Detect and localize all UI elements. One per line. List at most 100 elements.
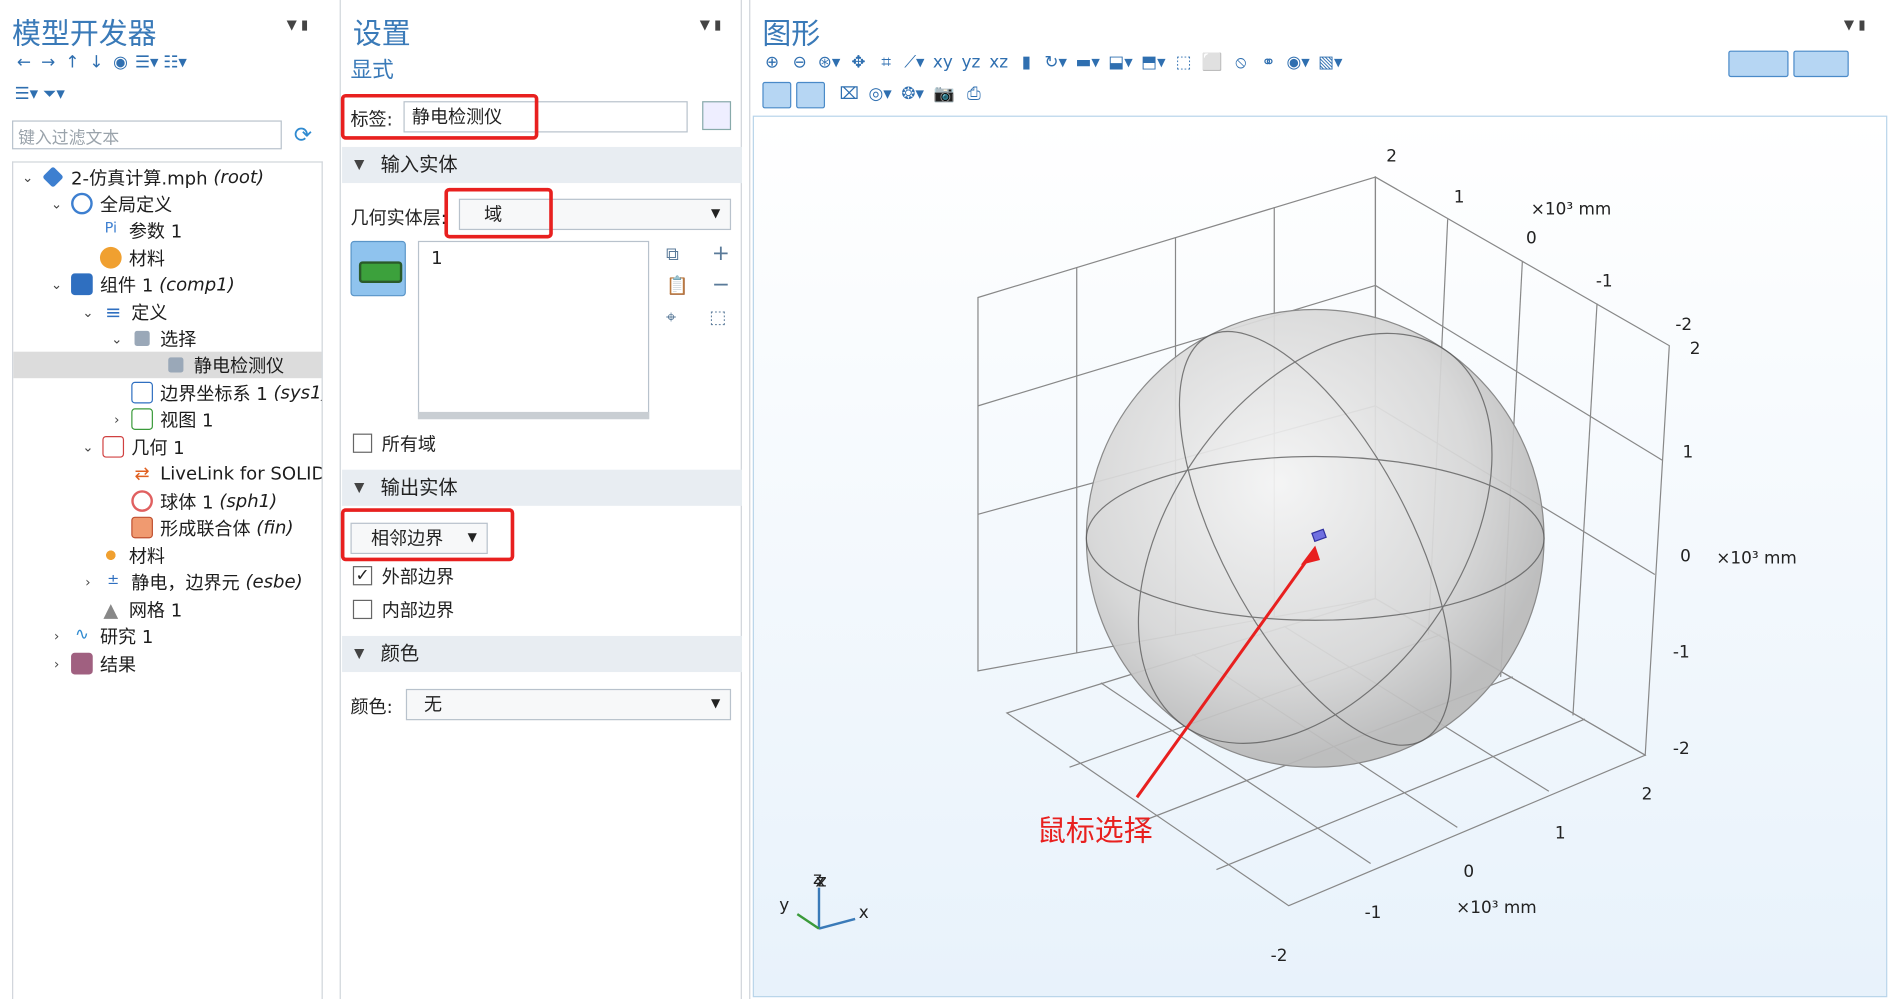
zoom-in-icon[interactable]: ⊕ <box>762 53 781 72</box>
clear-select-icon[interactable]: ⬜ <box>1202 53 1223 72</box>
view-icon <box>131 408 153 430</box>
zoom-out-icon[interactable]: ⊖ <box>790 53 809 72</box>
filter-input[interactable]: 键入过滤文本 <box>12 120 282 150</box>
link-icon[interactable]: ⚭ <box>1259 53 1278 72</box>
section-input-entities[interactable]: ▼ 输入实体 <box>342 146 742 184</box>
active-selection-toggle[interactable] <box>350 240 406 297</box>
paste-icon[interactable]: 📋 <box>666 275 689 297</box>
refresh-icon[interactable]: ⟳ <box>294 123 312 148</box>
tree-node-view[interactable]: › 视图 1 <box>110 406 214 432</box>
tree-node-geometry[interactable]: ⌄ 几何 1 <box>81 434 185 460</box>
copy-icon[interactable]: ⧉ <box>666 243 679 265</box>
expand-icon[interactable]: ☰▾ <box>135 53 159 72</box>
wireframe-icon[interactable]: ◎▾ <box>869 84 892 103</box>
tree-label: 视图 1 <box>160 408 214 431</box>
xy-view-icon[interactable]: xy <box>933 53 953 72</box>
clear-icon[interactable]: ⌧ <box>839 84 858 103</box>
tree-node-sphere[interactable]: 球体 1 (sph1) <box>131 488 277 514</box>
horizontal-scrollbar[interactable] <box>417 411 650 420</box>
color-select[interactable]: 无 ▼ <box>405 688 732 721</box>
section-output-entities[interactable]: ▼ 输出实体 <box>342 469 742 506</box>
list-item[interactable]: 1 <box>431 247 636 269</box>
interior-boundaries-checkbox[interactable] <box>352 599 373 620</box>
tree-node-electrostatic-detector[interactable]: 静电检测仪 <box>13 351 322 379</box>
all-domains-checkbox[interactable] <box>352 433 373 453</box>
chevron-down-icon[interactable]: ⌄ <box>81 439 95 455</box>
xz-view-icon[interactable]: xz <box>989 53 1008 72</box>
collapse-icon[interactable]: ☷▾ <box>163 53 187 72</box>
transparency-icon[interactable]: ▧▾ <box>1318 53 1342 72</box>
tree-node-electrostatics[interactable]: › ± 静电，边界元 (esbe) <box>81 568 302 594</box>
chevron-right-icon[interactable]: › <box>110 411 124 427</box>
chevron-down-icon[interactable]: ⌄ <box>110 331 124 347</box>
rotate-icon[interactable]: ↻▾ <box>1044 53 1067 72</box>
tree-node-results[interactable]: › 结果 <box>49 650 136 676</box>
chevron-down-icon[interactable]: ⌄ <box>49 276 63 292</box>
comment-icon[interactable] <box>702 101 732 131</box>
default-view-icon[interactable]: ▮ <box>1017 53 1036 72</box>
tree-node-definitions[interactable]: ⌄ ≡ 定义 <box>81 299 167 325</box>
move-down-icon[interactable]: ↓ <box>87 53 106 72</box>
highlight-box <box>444 187 553 239</box>
exterior-boundaries-checkbox[interactable]: ✓ <box>352 566 373 586</box>
zoom-selected-icon[interactable]: ⌗ <box>877 53 896 72</box>
scene-light-toggle[interactable] <box>762 81 792 109</box>
grid-toggle[interactable] <box>796 81 826 109</box>
camera-icon[interactable]: 📷 <box>934 84 955 103</box>
lighting-toggle[interactable] <box>1728 50 1789 78</box>
section-color[interactable]: ▼ 颜色 <box>342 635 742 673</box>
interior-boundaries-label: 内部边界 <box>381 599 455 622</box>
highlight-box <box>340 93 539 140</box>
list-view-icon[interactable]: ☰▾ <box>14 84 38 103</box>
chevron-down-icon[interactable]: ⌄ <box>20 169 34 185</box>
move-up-icon[interactable]: ↑ <box>63 53 82 72</box>
tree-node-materials-global[interactable]: 材料 <box>99 244 165 270</box>
panel-menu-icon[interactable]: ▼ ▮ <box>700 17 722 33</box>
filter-funnel-icon[interactable]: ⏷▾ <box>43 84 65 103</box>
definitions-icon: ≡ <box>105 301 122 324</box>
tree-node-livelink[interactable]: ⇄ LiveLink for SOLIDWORKS <box>131 460 322 486</box>
tree-node-mesh[interactable]: ▲ 网格 1 <box>100 596 182 622</box>
tree-node-study[interactable]: › ∿ 研究 1 <box>49 623 153 649</box>
back-arrow-icon[interactable]: ← <box>14 53 33 72</box>
zoom-extents-icon[interactable]: ✥ <box>849 53 868 72</box>
chevron-right-icon[interactable]: › <box>81 574 95 590</box>
panel-menu-icon[interactable]: ▼ ▮ <box>1844 17 1866 33</box>
tree-node-form-union[interactable]: 形成联合体 (fin) <box>131 514 294 540</box>
clear-selection-icon[interactable]: ⬚ <box>709 306 726 328</box>
model-builder-toolbar-row1: ← → ↑ ↓ ◉ ☰▾ ☷▾ <box>14 53 187 72</box>
tree-node-root[interactable]: ⌄ 2-仿真计算.mph (root) <box>20 164 264 190</box>
hide-icon[interactable]: ⦸ <box>1231 53 1250 72</box>
tree-node-boundary-system[interactable]: 边界坐标系 1 (sys1) <box>131 379 322 405</box>
tree-node-global-definitions[interactable]: ⌄ 全局定义 <box>49 190 172 216</box>
forward-arrow-icon[interactable]: → <box>39 53 58 72</box>
camera-settings-icon[interactable]: ❂▾ <box>901 84 924 103</box>
panel-menu-icon[interactable]: ▼ ▮ <box>287 17 309 33</box>
tree-tag: (fin) <box>256 516 294 539</box>
chevron-right-icon[interactable]: › <box>49 628 63 644</box>
print-icon[interactable]: ⎙ <box>964 84 983 103</box>
tree-node-parameters[interactable]: Pi 参数 1 <box>100 217 183 243</box>
tree-node-materials[interactable]: 材料 <box>99 542 165 568</box>
select-boundary-icon[interactable]: ⬒▾ <box>1141 53 1165 72</box>
show-icon[interactable]: ◉ <box>111 53 130 72</box>
chevron-down-icon[interactable]: ⌄ <box>49 196 63 212</box>
axis-orient-icon[interactable]: ⟋▾ <box>904 53 924 72</box>
yz-view-icon[interactable]: yz <box>961 53 981 72</box>
zoom-to-selection-icon[interactable]: ⌖ <box>666 306 676 328</box>
render-toggle[interactable] <box>1793 50 1849 78</box>
collapse-triangle-icon: ▼ <box>354 645 365 662</box>
select-domain-icon[interactable]: ⬓▾ <box>1108 53 1132 72</box>
chevron-down-icon[interactable]: ⌄ <box>81 304 95 320</box>
view-options-icon[interactable]: ◉▾ <box>1287 53 1310 72</box>
zoom-box-icon[interactable]: ⊛▾ <box>818 53 841 72</box>
chevron-right-icon[interactable]: › <box>49 656 63 672</box>
tick-top-m2: -2 <box>1675 315 1693 335</box>
tree-node-selections[interactable]: ⌄ 选择 <box>110 325 196 351</box>
selection-list[interactable]: 1 <box>417 240 650 420</box>
select-box-icon[interactable]: ▬▾ <box>1075 53 1099 72</box>
tree-node-component[interactable]: ⌄ 组件 1 (comp1) <box>49 271 235 297</box>
box-select-icon[interactable]: ⬚ <box>1174 53 1193 72</box>
add-icon[interactable]: + <box>712 241 730 266</box>
remove-icon[interactable]: − <box>712 272 730 297</box>
